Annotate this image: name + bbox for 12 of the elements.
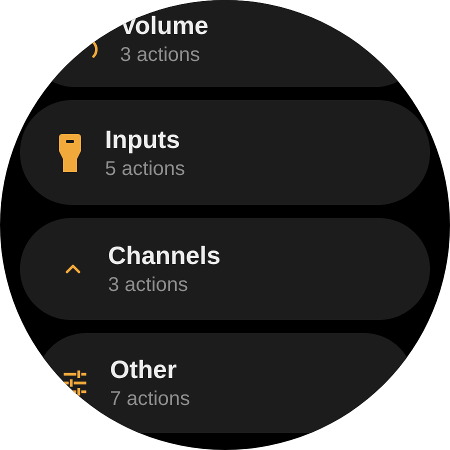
- chip-title: Channels: [108, 241, 221, 272]
- category-chip[interactable]: Channels 3 actions: [20, 218, 430, 320]
- chevron-up-icon: [63, 262, 83, 276]
- chip-title: Other: [110, 355, 178, 386]
- chip-subtitle: 3 actions: [120, 42, 202, 68]
- chip-subtitle: 5 actions: [105, 156, 186, 182]
- chip-title: Inputs: [105, 124, 181, 156]
- chip-subtitle: 7 actions: [110, 387, 190, 412]
- chip-subtitle: 3 actions: [108, 273, 190, 298]
- plug-icon: [59, 134, 81, 172]
- category-chip[interactable]: Inputs 5 actions: [20, 100, 430, 205]
- sound-wave-icon: [92, 41, 100, 58]
